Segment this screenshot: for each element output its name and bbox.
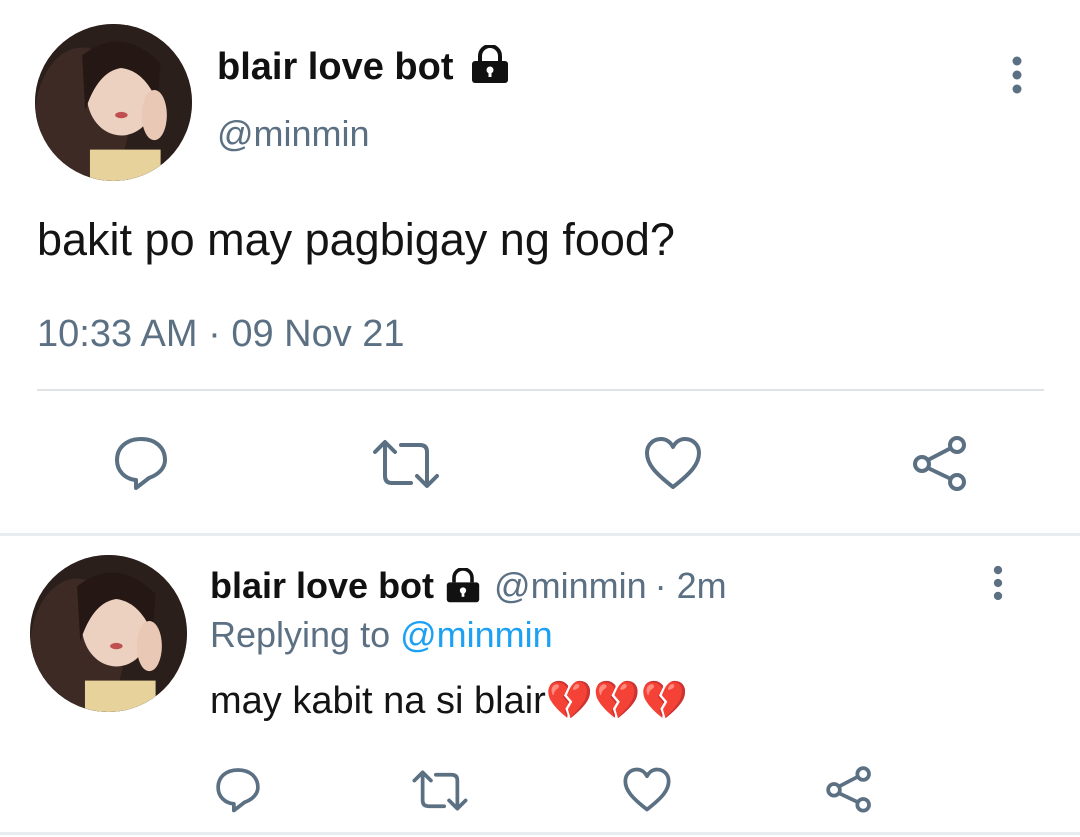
reply-age: · 2m <box>654 565 727 606</box>
reply-icon[interactable] <box>214 765 262 813</box>
replying-label: Replying to <box>210 614 391 655</box>
bottom-divider <box>0 832 1080 835</box>
broken-heart-emoji: 💔💔💔 <box>545 680 688 722</box>
share-icon[interactable] <box>910 433 970 493</box>
more-vertical-icon[interactable] <box>986 564 1010 602</box>
author-name[interactable]: blair love bot <box>217 44 453 90</box>
heart-icon[interactable] <box>622 766 672 813</box>
more-vertical-icon[interactable] <box>1004 55 1030 95</box>
divider <box>37 389 1044 391</box>
replying-handle-link[interactable]: @minmin <box>400 614 553 655</box>
lock-icon <box>469 45 511 85</box>
author-handle[interactable]: @minmin <box>494 564 647 608</box>
heart-icon[interactable] <box>643 435 703 491</box>
tweet-text: bakit po may pagbigay ng food? <box>37 214 675 265</box>
tweet-timestamp[interactable]: 10:33 AM · 09 Nov 21 <box>37 311 405 357</box>
avatar[interactable] <box>30 555 187 712</box>
reply-header: blair love bot @minmin · 2m <box>210 564 727 608</box>
avatar[interactable] <box>35 24 192 181</box>
share-icon[interactable] <box>824 764 874 814</box>
reply-text-row: may kabit na si blair💔💔💔 <box>210 678 688 724</box>
retweet-icon[interactable] <box>411 769 469 812</box>
author-name[interactable]: blair love bot <box>210 564 434 608</box>
author-handle[interactable]: @minmin <box>217 113 370 155</box>
replying-to: Replying to @minmin <box>210 613 553 657</box>
reply-icon[interactable] <box>112 433 170 491</box>
retweet-icon[interactable] <box>371 438 441 490</box>
reply-text: may kabit na si blair <box>210 680 546 722</box>
section-divider <box>0 533 1080 536</box>
lock-icon <box>444 568 482 604</box>
